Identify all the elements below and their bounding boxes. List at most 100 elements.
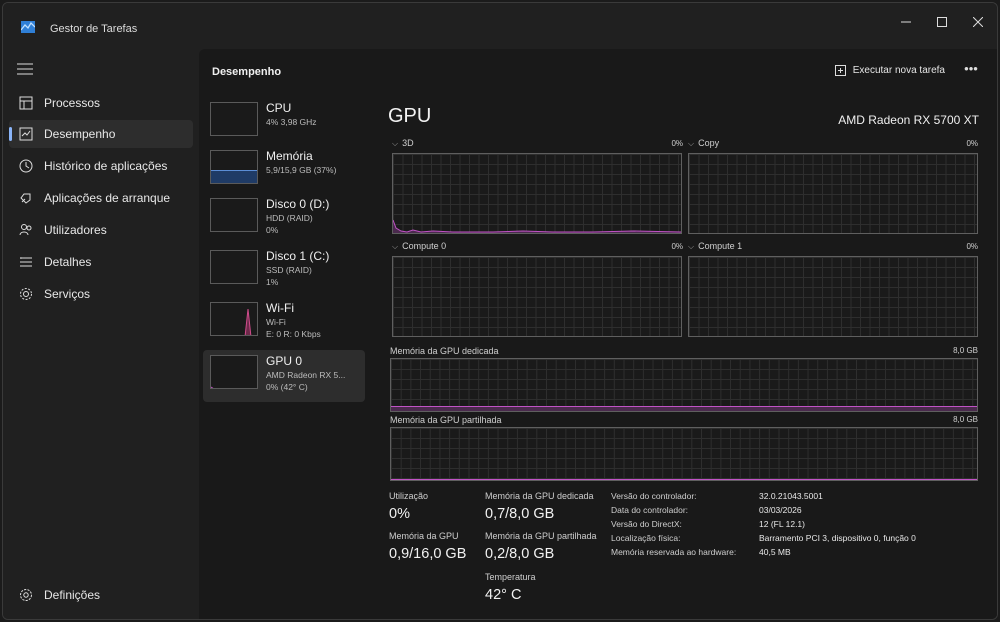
dedicated-memory-max: 8,0 GB — [953, 346, 978, 355]
graph-copy — [688, 153, 978, 234]
graph-compute-1 — [688, 256, 978, 337]
device-item-cpu[interactable]: CPU 4% 3,98 GHz — [203, 97, 365, 149]
device-detail: 0% (42° C) — [266, 382, 308, 392]
sidebar-item-label: Aplicações de arranque — [44, 191, 171, 205]
services-icon — [20, 288, 32, 300]
cpu-thumbnail-graph — [210, 102, 258, 136]
main-content: Desempenho Executar nova tarefa ••• CPU … — [199, 49, 997, 619]
chevron-down-icon: ⌵ — [392, 139, 399, 148]
device-name: Disco 0 (D:) — [266, 197, 330, 211]
driver-date-label: Data do controlador: — [611, 505, 689, 515]
memory-thumbnail-graph — [210, 150, 258, 184]
graph-dedicated-memory — [390, 358, 978, 412]
engine-name: Compute 1 — [698, 241, 743, 251]
users-icon — [19, 224, 32, 236]
run-task-icon — [834, 65, 846, 76]
minimize-button[interactable] — [889, 11, 923, 33]
gpu-memory-label: Memória da GPU — [389, 531, 459, 541]
device-name: Memória — [266, 149, 313, 163]
window-title: Gestor de Tarefas — [50, 23, 138, 35]
device-detail: 5,9/15,9 GB (37%) — [266, 165, 337, 175]
settings-label: Definições — [44, 588, 101, 602]
performance-icon — [19, 127, 33, 141]
gpu-memory-value: 0,9/16,0 GB — [389, 546, 467, 562]
graph-3d-line — [393, 219, 681, 233]
directx-version-value: 12 (FL 12.1) — [759, 519, 805, 529]
driver-date-value: 03/03/2026 — [759, 505, 802, 515]
navigation-sidebar: Processos Desempenho Histórico de aplica… — [3, 49, 199, 619]
engine-label-copy[interactable]: ⌵ Copy — [688, 138, 719, 149]
temperature-label: Temperatura — [485, 572, 536, 582]
device-name: GPU 0 — [266, 354, 303, 368]
dedicated-memory-stat-label: Memória da GPU dedicada — [485, 491, 594, 501]
shared-memory-stat-label: Memória da GPU partilhada — [485, 531, 597, 541]
device-item-wifi[interactable]: Wi-Fi Wi-Fi E: 0 R: 0 Kbps — [203, 297, 365, 349]
chevron-down-icon: ⌵ — [688, 242, 695, 251]
run-task-label: Executar nova tarefa — [852, 65, 945, 76]
driver-version-value: 32.0.21043.5001 — [759, 491, 823, 501]
app-history-icon — [19, 159, 33, 173]
sidebar-item-app-history[interactable]: Histórico de aplicações — [9, 152, 193, 180]
more-options-icon: ••• — [964, 61, 978, 76]
hamburger-menu-icon[interactable] — [17, 63, 33, 75]
active-indicator — [9, 127, 12, 141]
close-button[interactable] — [961, 11, 995, 33]
chevron-down-icon: ⌵ — [688, 139, 695, 148]
task-manager-app-icon — [21, 21, 35, 33]
device-item-memory[interactable]: Memória 5,9/15,9 GB (37%) — [203, 145, 365, 197]
gpu-model: AMD Radeon RX 5700 XT — [838, 113, 979, 127]
page-title: Desempenho — [212, 66, 282, 78]
graph-compute-0 — [392, 256, 682, 337]
memory-fill — [211, 170, 257, 183]
device-detail: HDD (RAID) — [266, 213, 313, 223]
maximize-button[interactable] — [925, 11, 959, 33]
dedicated-memory-stat-value: 0,7/8,0 GB — [485, 506, 555, 522]
physical-location-label: Localização física: — [611, 533, 681, 543]
device-item-gpu-0[interactable]: GPU 0 AMD Radeon RX 5... 0% (42° C) — [203, 350, 365, 402]
gpu-thumbnail-line — [211, 386, 214, 388]
engine-label-compute-1[interactable]: ⌵ Compute 1 — [688, 241, 742, 252]
sidebar-item-performance[interactable]: Desempenho — [9, 120, 193, 148]
sidebar-item-users[interactable]: Utilizadores — [9, 216, 193, 244]
details-icon — [20, 257, 32, 267]
sidebar-item-services[interactable]: Serviços — [9, 280, 193, 308]
processes-icon — [19, 96, 33, 110]
chevron-down-icon: ⌵ — [392, 242, 399, 251]
shared-memory-max: 8,0 GB — [953, 415, 978, 424]
engine-name: Copy — [698, 138, 720, 148]
disk-0-thumbnail-graph — [210, 198, 258, 232]
task-manager-window: Gestor de Tarefas Processos Desempenho H… — [2, 2, 998, 620]
sidebar-item-startup-apps[interactable]: Aplicações de arranque — [9, 184, 193, 212]
dedicated-memory-fill — [391, 406, 977, 411]
device-detail: SSD (RAID) — [266, 265, 312, 275]
startup-apps-icon — [20, 193, 31, 204]
dedicated-memory-label: Memória da GPU dedicada — [390, 346, 499, 356]
sidebar-item-processes[interactable]: Processos — [9, 89, 193, 117]
engine-label-3d[interactable]: ⌵ 3D — [392, 138, 414, 149]
more-options-button[interactable]: ••• — [961, 61, 981, 81]
sidebar-item-settings[interactable]: Definições — [9, 581, 193, 609]
device-item-disk-0[interactable]: Disco 0 (D:) HDD (RAID) 0% — [203, 193, 365, 245]
graph-shared-memory — [390, 427, 978, 481]
engine-name: Compute 0 — [402, 241, 447, 251]
sidebar-item-details[interactable]: Detalhes — [9, 248, 193, 276]
wifi-spike — [244, 308, 252, 335]
engine-label-compute-0[interactable]: ⌵ Compute 0 — [392, 241, 446, 252]
sidebar-item-label: Detalhes — [44, 255, 92, 269]
utilization-value: 0% — [389, 506, 410, 522]
engine-percent-copy: 0% — [966, 139, 978, 148]
title-bar: Gestor de Tarefas — [3, 3, 997, 49]
device-item-disk-1[interactable]: Disco 1 (C:) SSD (RAID) 1% — [203, 245, 365, 297]
temperature-value: 42° C — [485, 587, 522, 603]
gear-icon — [20, 589, 32, 601]
gpu-thumbnail-graph — [210, 355, 258, 389]
device-detail: 4% 3,98 GHz — [266, 117, 317, 127]
hardware-reserved-memory-label: Memória reservada ao hardware: — [611, 547, 737, 557]
directx-version-label: Versão do DirectX: — [611, 519, 682, 529]
run-new-task-button[interactable]: Executar nova tarefa — [834, 65, 945, 76]
maximize-icon — [937, 17, 947, 27]
device-name: Disco 1 (C:) — [266, 249, 330, 263]
sidebar-item-label: Serviços — [44, 287, 91, 301]
device-detail: E: 0 R: 0 Kbps — [266, 329, 321, 339]
device-detail: AMD Radeon RX 5... — [266, 370, 346, 380]
